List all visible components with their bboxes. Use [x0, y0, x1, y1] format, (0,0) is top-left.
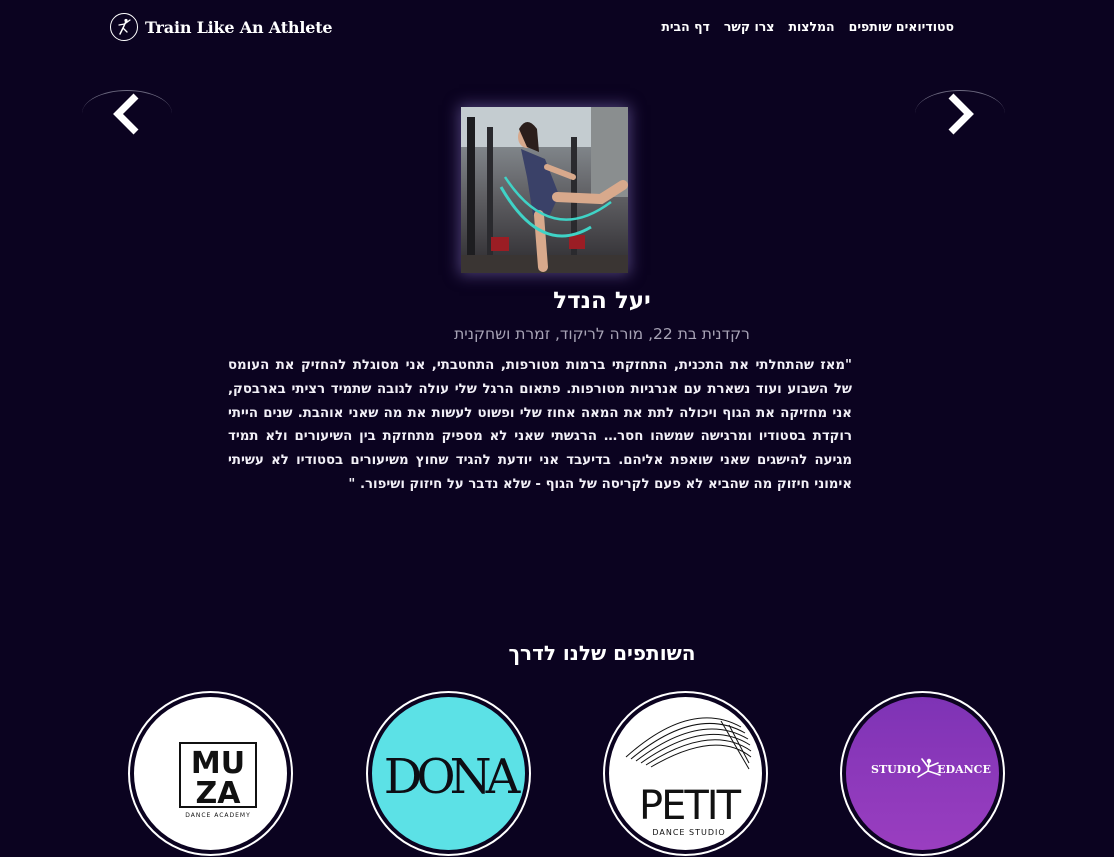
navbar: Train Like An Athlete דף הבית צרו קשר המ…: [0, 0, 1114, 56]
nav-link-contact[interactable]: צרו קשר: [724, 19, 775, 34]
chevron-left-icon: [113, 93, 139, 135]
dona-logo: DONA: [372, 697, 525, 850]
partner-logo-dona[interactable]: DONA: [366, 691, 531, 856]
petit-caption: DANCE STUDIO: [652, 828, 725, 837]
carousel-next-button[interactable]: [915, 90, 1005, 137]
partner-logo-petit[interactable]: PETIT DANCE STUDIO: [603, 691, 768, 856]
studio-edance-left: STUDIO: [871, 763, 921, 776]
testimonial-subtitle: רקדנית בת 22, מורה לריקוד, זמרת ושחקנית: [454, 325, 750, 343]
studio-edance-logo: STUDIO EDANCE: [846, 697, 999, 850]
chevron-right-icon: [948, 93, 974, 135]
nav-link-home[interactable]: דף הבית: [661, 19, 710, 34]
muza-logo: MU ZA DANCE ACADEMY: [134, 697, 287, 850]
nav-menu: דף הבית צרו קשר המלצות סטודיואים שותפים: [661, 19, 954, 34]
dancer-logo-icon: [110, 13, 138, 41]
carousel-prev-button[interactable]: [82, 90, 172, 137]
petit-logo: PETIT DANCE STUDIO: [609, 697, 762, 850]
partner-logo-studio-edance[interactable]: STUDIO EDANCE: [840, 691, 1005, 856]
studio-edance-right: EDANCE: [937, 763, 991, 776]
muza-line2: ZA: [195, 776, 241, 811]
nav-link-testimonials[interactable]: המלצות: [788, 19, 834, 34]
dona-text: DONA: [383, 749, 521, 805]
testimonial-photo: [461, 107, 628, 273]
brand-name: Train Like An Athlete: [145, 17, 333, 37]
partner-logo-muza[interactable]: MU ZA DANCE ACADEMY: [128, 691, 293, 856]
petit-text: PETIT: [638, 783, 741, 829]
testimonial-name: יעל הנדל: [553, 288, 651, 314]
testimonial-quote: "מאז שהתחלתי את התכנית, התחזקתי ברמות מט…: [228, 358, 852, 492]
nav-link-partner-studios[interactable]: סטודיואים שותפים: [849, 19, 954, 34]
muza-caption: DANCE ACADEMY: [185, 812, 251, 819]
brand-link[interactable]: Train Like An Athlete: [110, 13, 333, 41]
partners-title: השותפים שלנו לדרך: [508, 641, 696, 665]
